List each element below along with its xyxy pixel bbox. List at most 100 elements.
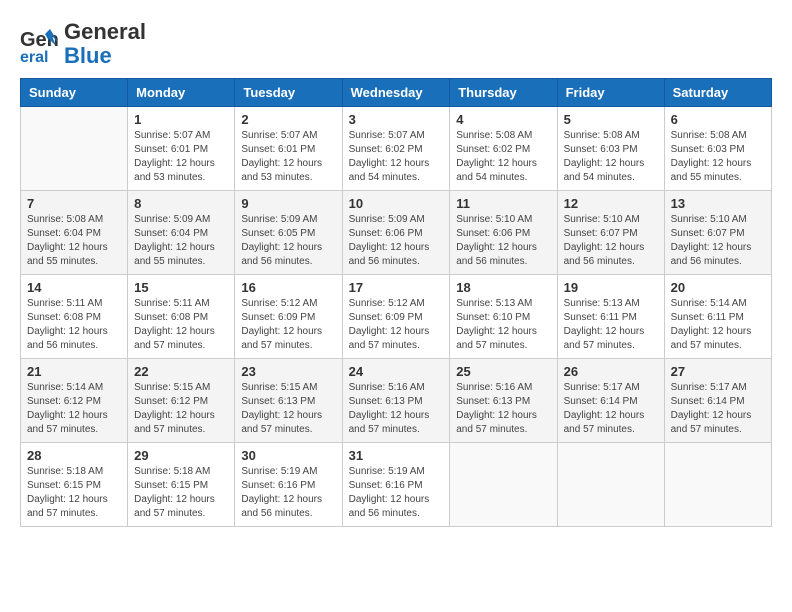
day-number: 5	[564, 112, 658, 127]
calendar-cell: 8 Sunrise: 5:09 AMSunset: 6:04 PMDaylight…	[128, 191, 235, 275]
calendar-week-row: 21 Sunrise: 5:14 AMSunset: 6:12 PMDayligh…	[21, 359, 772, 443]
day-number: 24	[349, 364, 444, 379]
svg-text:eral: eral	[20, 49, 48, 64]
day-number: 14	[27, 280, 121, 295]
day-number: 28	[27, 448, 121, 463]
calendar-cell: 29Sunrise: 5:18 AMSunset: 6:15 PMDayligh…	[128, 443, 235, 527]
calendar-cell: 30 Sunrise: 5:19 AMSunset: 6:16 PMDayligh…	[235, 443, 342, 527]
day-info: Sunrise: 5:10 AMSunset: 6:07 PMDaylight:…	[671, 213, 765, 269]
calendar-cell: 19Sunrise: 5:13 AMSunset: 6:11 PMDayligh…	[557, 275, 664, 359]
calendar-table: SundayMondayTuesdayWednesdayThursdayFrid…	[20, 78, 772, 527]
day-number: 13	[671, 196, 765, 211]
calendar-cell: 20 Sunrise: 5:14 AMSunset: 6:11 PMDayligh…	[664, 275, 771, 359]
day-info: Sunrise: 5:15 AMSunset: 6:12 PMDaylight:…	[134, 381, 228, 437]
day-number: 22	[134, 364, 228, 379]
day-number: 3	[349, 112, 444, 127]
calendar-cell: 24 Sunrise: 5:16 AMSunset: 6:13 PMDayligh…	[342, 359, 450, 443]
day-info: Sunrise: 5:17 AMSunset: 6:14 PMDaylight:…	[564, 381, 658, 437]
weekday-header: Friday	[557, 79, 664, 107]
day-info: Sunrise: 5:09 AMSunset: 6:04 PMDaylight:…	[134, 213, 228, 269]
day-number: 16	[241, 280, 335, 295]
calendar-cell: 15 Sunrise: 5:11 AMSunset: 6:08 PMDayligh…	[128, 275, 235, 359]
day-info: Sunrise: 5:19 AMSunset: 6:16 PMDaylight:…	[241, 465, 335, 521]
day-info: Sunrise: 5:14 AMSunset: 6:11 PMDaylight:…	[671, 297, 765, 353]
calendar-cell: 1 Sunrise: 5:07 AMSunset: 6:01 PMDaylight…	[128, 107, 235, 191]
day-number: 20	[671, 280, 765, 295]
day-number: 30	[241, 448, 335, 463]
day-number: 9	[241, 196, 335, 211]
day-info: Sunrise: 5:07 AMSunset: 6:01 PMDaylight:…	[241, 129, 335, 185]
calendar-cell: 12Sunrise: 5:10 AMSunset: 6:07 PMDayligh…	[557, 191, 664, 275]
calendar-cell: 14 Sunrise: 5:11 AMSunset: 6:08 PMDayligh…	[21, 275, 128, 359]
weekday-header: Tuesday	[235, 79, 342, 107]
logo-name: General Blue	[64, 20, 146, 68]
calendar-cell: 31Sunrise: 5:19 AMSunset: 6:16 PMDayligh…	[342, 443, 450, 527]
day-info: Sunrise: 5:12 AMSunset: 6:09 PMDaylight:…	[241, 297, 335, 353]
calendar-week-row: 1 Sunrise: 5:07 AMSunset: 6:01 PMDaylight…	[21, 107, 772, 191]
calendar-week-row: 14 Sunrise: 5:11 AMSunset: 6:08 PMDayligh…	[21, 275, 772, 359]
day-info: Sunrise: 5:16 AMSunset: 6:13 PMDaylight:…	[456, 381, 550, 437]
calendar-cell: 26Sunrise: 5:17 AMSunset: 6:14 PMDayligh…	[557, 359, 664, 443]
calendar-cell	[450, 443, 557, 527]
day-number: 17	[349, 280, 444, 295]
day-info: Sunrise: 5:08 AMSunset: 6:02 PMDaylight:…	[456, 129, 550, 185]
logo-icon: Gen eral	[20, 24, 60, 64]
logo: Gen eral General Blue	[20, 20, 146, 68]
day-info: Sunrise: 5:10 AMSunset: 6:06 PMDaylight:…	[456, 213, 550, 269]
calendar-cell: 3 Sunrise: 5:07 AMSunset: 6:02 PMDaylight…	[342, 107, 450, 191]
weekday-header: Monday	[128, 79, 235, 107]
day-number: 15	[134, 280, 228, 295]
calendar-cell: 18Sunrise: 5:13 AMSunset: 6:10 PMDayligh…	[450, 275, 557, 359]
day-info: Sunrise: 5:12 AMSunset: 6:09 PMDaylight:…	[349, 297, 444, 353]
day-info: Sunrise: 5:08 AMSunset: 6:03 PMDaylight:…	[564, 129, 658, 185]
calendar-cell: 5 Sunrise: 5:08 AMSunset: 6:03 PMDaylight…	[557, 107, 664, 191]
day-number: 2	[241, 112, 335, 127]
calendar-header-row: SundayMondayTuesdayWednesdayThursdayFrid…	[21, 79, 772, 107]
day-number: 4	[456, 112, 550, 127]
day-info: Sunrise: 5:18 AMSunset: 6:15 PMDaylight:…	[27, 465, 121, 521]
calendar-cell: 6Sunrise: 5:08 AMSunset: 6:03 PMDaylight…	[664, 107, 771, 191]
calendar-cell: 22 Sunrise: 5:15 AMSunset: 6:12 PMDayligh…	[128, 359, 235, 443]
day-number: 21	[27, 364, 121, 379]
calendar-cell: 11Sunrise: 5:10 AMSunset: 6:06 PMDayligh…	[450, 191, 557, 275]
calendar-cell	[664, 443, 771, 527]
calendar-cell: 28 Sunrise: 5:18 AMSunset: 6:15 PMDayligh…	[21, 443, 128, 527]
day-number: 8	[134, 196, 228, 211]
weekday-header: Saturday	[664, 79, 771, 107]
calendar-cell: 23Sunrise: 5:15 AMSunset: 6:13 PMDayligh…	[235, 359, 342, 443]
calendar-week-row: 28 Sunrise: 5:18 AMSunset: 6:15 PMDayligh…	[21, 443, 772, 527]
day-info: Sunrise: 5:14 AMSunset: 6:12 PMDaylight:…	[27, 381, 121, 437]
calendar-cell: 7 Sunrise: 5:08 AMSunset: 6:04 PMDaylight…	[21, 191, 128, 275]
weekday-header: Sunday	[21, 79, 128, 107]
day-info: Sunrise: 5:11 AMSunset: 6:08 PMDaylight:…	[134, 297, 228, 353]
calendar-cell: 9 Sunrise: 5:09 AMSunset: 6:05 PMDaylight…	[235, 191, 342, 275]
day-info: Sunrise: 5:07 AMSunset: 6:01 PMDaylight:…	[134, 129, 228, 185]
calendar-cell: 16 Sunrise: 5:12 AMSunset: 6:09 PMDayligh…	[235, 275, 342, 359]
day-info: Sunrise: 5:11 AMSunset: 6:08 PMDaylight:…	[27, 297, 121, 353]
day-info: Sunrise: 5:09 AMSunset: 6:05 PMDaylight:…	[241, 213, 335, 269]
calendar-cell	[557, 443, 664, 527]
calendar-cell: 17 Sunrise: 5:12 AMSunset: 6:09 PMDayligh…	[342, 275, 450, 359]
weekday-header: Wednesday	[342, 79, 450, 107]
day-number: 27	[671, 364, 765, 379]
day-number: 7	[27, 196, 121, 211]
day-info: Sunrise: 5:07 AMSunset: 6:02 PMDaylight:…	[349, 129, 444, 185]
calendar-cell	[21, 107, 128, 191]
calendar-cell: 13 Sunrise: 5:10 AMSunset: 6:07 PMDayligh…	[664, 191, 771, 275]
page-header: Gen eral General Blue	[20, 20, 772, 68]
calendar-cell: 25Sunrise: 5:16 AMSunset: 6:13 PMDayligh…	[450, 359, 557, 443]
calendar-week-row: 7 Sunrise: 5:08 AMSunset: 6:04 PMDaylight…	[21, 191, 772, 275]
day-number: 6	[671, 112, 765, 127]
day-number: 10	[349, 196, 444, 211]
day-info: Sunrise: 5:16 AMSunset: 6:13 PMDaylight:…	[349, 381, 444, 437]
weekday-header: Thursday	[450, 79, 557, 107]
day-number: 1	[134, 112, 228, 127]
day-number: 29	[134, 448, 228, 463]
day-number: 19	[564, 280, 658, 295]
day-info: Sunrise: 5:15 AMSunset: 6:13 PMDaylight:…	[241, 381, 335, 437]
calendar-cell: 2 Sunrise: 5:07 AMSunset: 6:01 PMDaylight…	[235, 107, 342, 191]
day-info: Sunrise: 5:17 AMSunset: 6:14 PMDaylight:…	[671, 381, 765, 437]
day-info: Sunrise: 5:19 AMSunset: 6:16 PMDaylight:…	[349, 465, 444, 521]
day-info: Sunrise: 5:13 AMSunset: 6:10 PMDaylight:…	[456, 297, 550, 353]
day-info: Sunrise: 5:08 AMSunset: 6:04 PMDaylight:…	[27, 213, 121, 269]
